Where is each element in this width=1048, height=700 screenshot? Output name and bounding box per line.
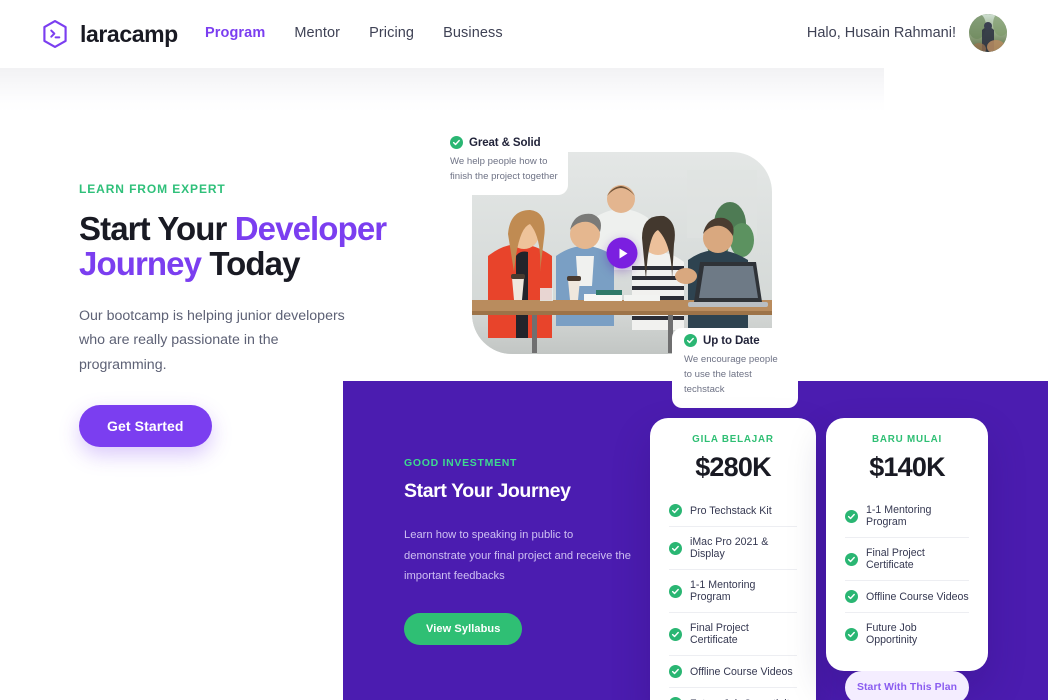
badge-card-header: Great & Solid bbox=[450, 136, 558, 149]
list-item: iMac Pro 2021 & Display bbox=[669, 527, 797, 570]
pricing-card-baru-mulai: BARU MULAI $140K 1-1 Mentoring Program F… bbox=[826, 418, 988, 700]
check-circle-icon bbox=[845, 552, 858, 566]
check-circle-icon bbox=[684, 334, 697, 347]
nav-item-program[interactable]: Program bbox=[205, 25, 265, 41]
nav-item-mentor[interactable]: Mentor bbox=[294, 25, 340, 41]
hero-title-highlight2: Journey bbox=[79, 244, 202, 282]
pricing-feature-list: Pro Techstack Kit iMac Pro 2021 & Displa… bbox=[669, 495, 797, 700]
pricing-tier-label: GILA BELAJAR bbox=[692, 434, 774, 445]
badge-card-title: Up to Date bbox=[703, 334, 760, 347]
start-with-this-plan-button[interactable]: Start With This Plan bbox=[845, 671, 969, 700]
check-circle-icon bbox=[669, 504, 682, 517]
check-circle-icon bbox=[669, 584, 682, 598]
pricing-price: $140K bbox=[869, 452, 945, 482]
feature-label: Pro Techstack Kit bbox=[690, 504, 772, 517]
header-shadow bbox=[0, 68, 884, 112]
pricing-price: $280K bbox=[695, 452, 771, 482]
hero-eyebrow: LEARN FROM EXPERT bbox=[79, 182, 226, 196]
get-started-button[interactable]: Get Started bbox=[79, 405, 212, 448]
feature-label: 1-1 Mentoring Program bbox=[866, 504, 932, 528]
hero-subtitle: Our bootcamp is helping junior developer… bbox=[79, 307, 345, 373]
play-triangle bbox=[619, 248, 627, 258]
list-item: Final Project Certificate bbox=[845, 538, 969, 581]
pricing-card-gila-belajar: GILA BELAJAR $280K Pro Techstack Kit iMa… bbox=[650, 418, 816, 700]
feature-label: Offline Course Videos bbox=[866, 590, 969, 603]
badge-card-title: Great & Solid bbox=[469, 136, 541, 149]
hero-copy: LEARN FROM EXPERT Start Your Developer Jo… bbox=[79, 182, 409, 448]
hexagon-terminal-icon bbox=[40, 19, 70, 49]
list-item: Future Job Opportinity bbox=[845, 613, 969, 655]
list-item: Offline Course Videos bbox=[669, 656, 797, 688]
view-syllabus-button[interactable]: View Syllabus bbox=[404, 613, 523, 646]
check-circle-icon bbox=[669, 665, 682, 678]
badge-card-header: Up to Date bbox=[684, 334, 788, 347]
user-menu[interactable]: Halo, Husain Rahmani! bbox=[807, 14, 1007, 52]
hero-title-highlight1: Developer bbox=[234, 210, 387, 247]
feature-label: Final Project Certificate bbox=[690, 622, 749, 646]
list-item: Pro Techstack Kit bbox=[669, 495, 797, 527]
badge-card-body: We encourage people to use the latest te… bbox=[684, 354, 778, 395]
pricing-feature-list: 1-1 Mentoring Program Final Project Cert… bbox=[845, 495, 969, 655]
brand-name: laracamp bbox=[80, 20, 178, 47]
list-item: 1-1 Mentoring Program bbox=[845, 495, 969, 538]
main-nav: Program Mentor Pricing Business bbox=[205, 25, 503, 41]
promo-title: Start Your Journey bbox=[404, 480, 571, 502]
promo-copy: GOOD INVESTMENT Start Your Journey Learn… bbox=[404, 457, 654, 646]
list-item: 1-1 Mentoring Program bbox=[669, 570, 797, 613]
check-circle-icon bbox=[845, 590, 858, 603]
page-root: laracamp Program Mentor Pricing Business… bbox=[0, 0, 1048, 700]
brand-logo-link[interactable]: laracamp bbox=[40, 19, 178, 49]
check-circle-icon bbox=[669, 627, 682, 641]
check-circle-icon bbox=[450, 136, 463, 149]
hero-title-part2: Today bbox=[201, 244, 300, 282]
greeting-text: Halo, Husain Rahmani! bbox=[806, 25, 956, 41]
promo-eyebrow: GOOD INVESTMENT bbox=[404, 457, 518, 469]
list-item: Final Project Certificate bbox=[669, 613, 797, 656]
feature-label: iMac Pro 2021 & Display bbox=[690, 536, 769, 560]
nav-item-pricing[interactable]: Pricing bbox=[369, 25, 414, 41]
check-circle-icon bbox=[669, 541, 682, 555]
nav-item-business[interactable]: Business bbox=[443, 25, 503, 41]
site-header: laracamp Program Mentor Pricing Business… bbox=[0, 0, 1048, 68]
check-circle-icon bbox=[845, 509, 858, 523]
pricing-tier-label: BARU MULAI bbox=[871, 434, 943, 445]
badge-card-body: We help people how to finish the project… bbox=[450, 156, 558, 182]
avatar[interactable] bbox=[969, 14, 1007, 52]
list-item: Offline Course Videos bbox=[845, 581, 969, 613]
promo-body: Learn how to speaking in public to demon… bbox=[404, 529, 631, 583]
list-item: Future Job Opportinity bbox=[669, 688, 797, 700]
feature-label: Future Job Opportinity bbox=[866, 622, 918, 646]
page-title: Start Your Developer Journey Today bbox=[79, 210, 409, 282]
feature-label: 1-1 Mentoring Program bbox=[690, 579, 756, 603]
play-icon[interactable] bbox=[606, 237, 638, 269]
check-circle-icon bbox=[845, 627, 858, 641]
badge-card-great-and-solid: Great & Solid We help people how to fini… bbox=[440, 130, 568, 195]
badge-card-up-to-date: Up to Date We encourage people to use th… bbox=[672, 328, 798, 408]
feature-label: Final Project Certificate bbox=[866, 547, 925, 571]
feature-label: Offline Course Videos bbox=[690, 665, 793, 678]
hero-title-part1: Start Your bbox=[79, 210, 235, 247]
